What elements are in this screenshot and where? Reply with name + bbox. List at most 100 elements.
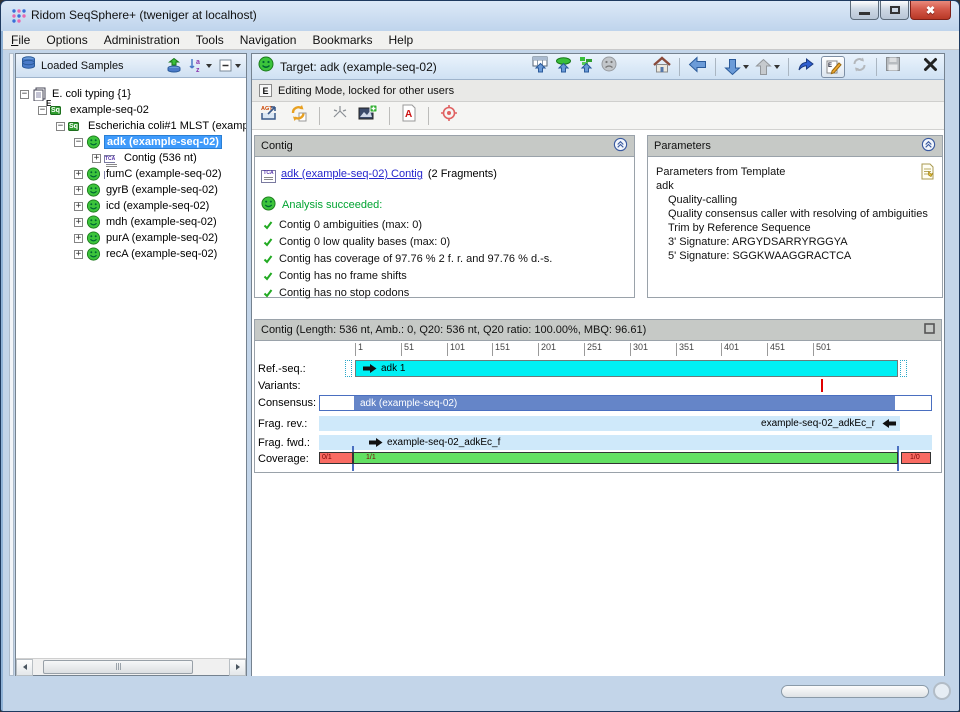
menu-bookmarks[interactable]: Bookmarks	[304, 33, 380, 47]
close-target-button[interactable]	[923, 57, 938, 77]
add-chromatogram-button[interactable]	[358, 104, 378, 127]
tree-item-sample[interactable]: Sq E example-seq-02	[16, 102, 246, 118]
scroll-left-button[interactable]	[16, 659, 33, 676]
contig-viewer-canvas[interactable]: 1 51 101 151 201 251 301 351 401 451 501…	[255, 341, 941, 472]
ref-left-handle[interactable]	[345, 360, 352, 377]
tree-item-contig[interactable]: TCA Contig (536 nt)	[16, 150, 246, 166]
reload-fragments-button[interactable]	[289, 104, 308, 127]
tree-item-mdh[interactable]: mdh (example-seq-02)	[16, 214, 246, 230]
upload-sequence-button[interactable]	[578, 56, 595, 78]
split-view-button[interactable]	[331, 104, 349, 127]
home-button[interactable]	[653, 56, 671, 78]
menu-administration[interactable]: Administration	[96, 33, 188, 47]
expander-icon[interactable]	[74, 138, 83, 147]
menu-options[interactable]: Options	[38, 33, 95, 47]
expander-icon[interactable]	[74, 234, 83, 243]
go-down-button[interactable]	[724, 58, 749, 76]
minimize-button[interactable]	[850, 1, 879, 20]
coverage-ok-segment[interactable]: 1/1	[353, 452, 898, 464]
tree-item-icd[interactable]: icd (example-seq-02)	[16, 198, 246, 214]
smiley-ok-icon	[86, 231, 101, 245]
smiley-ok-icon	[261, 196, 276, 214]
edit-mode-toggle[interactable]: E	[821, 56, 845, 78]
tree-item-task[interactable]: Sq Escherichia coli#1 MLST (exampl	[16, 118, 246, 134]
expander-icon[interactable]	[92, 154, 101, 163]
menu-navigation[interactable]: Navigation	[232, 33, 305, 47]
tree-label: recA (example-seq-02)	[104, 248, 219, 260]
back-button[interactable]	[688, 56, 707, 78]
coverage-low-right[interactable]: 1/0	[901, 452, 931, 464]
export-sequence-button[interactable]: AGT	[260, 104, 280, 127]
tree-horizontal-scrollbar[interactable]	[16, 658, 246, 675]
menu-help[interactable]: Help	[381, 33, 422, 47]
ruler-tick: 51	[401, 343, 402, 356]
expander-icon[interactable]	[74, 250, 83, 259]
expander-icon[interactable]	[74, 202, 83, 211]
scroll-right-button[interactable]	[229, 659, 246, 676]
ruler-tick: 401	[721, 343, 722, 356]
ruler-tick: 351	[676, 343, 677, 356]
fragment-forward-name: example-seq-02_adkEc_f	[387, 437, 500, 448]
svg-text:a: a	[196, 59, 200, 66]
expander-icon[interactable]	[74, 170, 83, 179]
tree-label: fumC (example-seq-02)	[104, 168, 224, 180]
collapse-parameters-button[interactable]	[921, 137, 936, 155]
scrollbar-thumb[interactable]	[43, 660, 193, 674]
status-indicator	[933, 682, 951, 700]
sample-icon: Sq E	[50, 103, 65, 117]
expander-icon[interactable]	[74, 218, 83, 227]
smiley-fail-icon	[601, 56, 617, 77]
reference-sequence-bar[interactable]: adk 1	[355, 360, 898, 377]
pdf-export-button[interactable]: A	[401, 104, 417, 127]
fragment-reverse-bar[interactable]: example-seq-02_adkEc_r	[319, 416, 900, 431]
ruler-tick: 201	[538, 343, 539, 356]
ref-right-handle[interactable]	[900, 360, 907, 377]
fragment-forward-bar[interactable]: example-seq-02_adkEc_f	[319, 435, 932, 450]
fragments-count: (2 Fragments)	[428, 168, 497, 180]
forward-task-button[interactable]	[797, 56, 815, 78]
title-bar[interactable]: Ridom SeqSphere+ (tweniger at localhost)…	[1, 1, 959, 31]
fragment-reverse-name: example-seq-02_adkEc_r	[761, 418, 875, 429]
target-crosshair-button	[440, 104, 458, 127]
ruler-tick: 301	[630, 343, 631, 356]
sort-button[interactable]: a z	[189, 58, 212, 73]
submit-table-button[interactable]	[532, 56, 549, 78]
expander-icon[interactable]	[20, 90, 29, 99]
expander-icon[interactable]	[56, 122, 65, 131]
collapse-contig-button[interactable]	[613, 137, 628, 155]
coverage-low-left[interactable]: 0/1	[319, 452, 353, 464]
svg-text:E: E	[828, 63, 832, 69]
frag-fwd-label: Frag. fwd.:	[258, 437, 310, 449]
tree-item-gyrB[interactable]: gyrB (example-seq-02)	[16, 182, 246, 198]
contig-link[interactable]: adk (example-seq-02) Contig	[281, 168, 423, 180]
variant-marker[interactable]	[821, 379, 823, 392]
upload-antenna-button[interactable]	[555, 56, 572, 78]
ruler-tick: 251	[584, 343, 585, 356]
menu-bar: File Options Administration Tools Naviga…	[3, 31, 959, 50]
consensus-track[interactable]: adk (example-seq-02)	[319, 395, 932, 411]
close-button[interactable]: ✖	[910, 1, 951, 20]
menu-file[interactable]: File	[3, 33, 38, 47]
tree-item-recA[interactable]: recA (example-seq-02)	[16, 246, 246, 262]
expander-icon[interactable]	[74, 186, 83, 195]
maximize-viewer-button[interactable]	[924, 323, 935, 337]
template-doc-icon[interactable]	[920, 163, 936, 183]
maximize-button[interactable]	[880, 1, 909, 20]
tree-item-purA[interactable]: purA (example-seq-02)	[16, 230, 246, 246]
parameter-item: Quality consensus caller with resolving …	[668, 208, 934, 220]
svg-text:A: A	[405, 109, 412, 120]
tree-item-adk[interactable]: adk (example-seq-02)	[16, 134, 246, 150]
import-samples-button[interactable]	[166, 58, 182, 73]
tree-item-fumC[interactable]: fumC (example-seq-02)	[16, 166, 246, 182]
menu-tools[interactable]: Tools	[188, 33, 232, 47]
consensus-bar[interactable]: adk (example-seq-02)	[354, 396, 895, 410]
go-up-button[interactable]	[755, 58, 780, 76]
check-icon	[263, 288, 273, 298]
contig-viewer-panel: Contig (Length: 536 nt, Amb.: 0, Q20: 53…	[254, 319, 942, 473]
minimize-icon	[859, 12, 870, 15]
scrollbar-track[interactable]	[33, 659, 229, 676]
app-window: Ridom SeqSphere+ (tweniger at localhost)…	[0, 0, 960, 712]
collapse-all-button[interactable]	[219, 59, 241, 73]
left-dock-strip[interactable]	[9, 53, 14, 676]
editing-mode-banner: E Editing Mode, locked for other users	[252, 80, 944, 102]
